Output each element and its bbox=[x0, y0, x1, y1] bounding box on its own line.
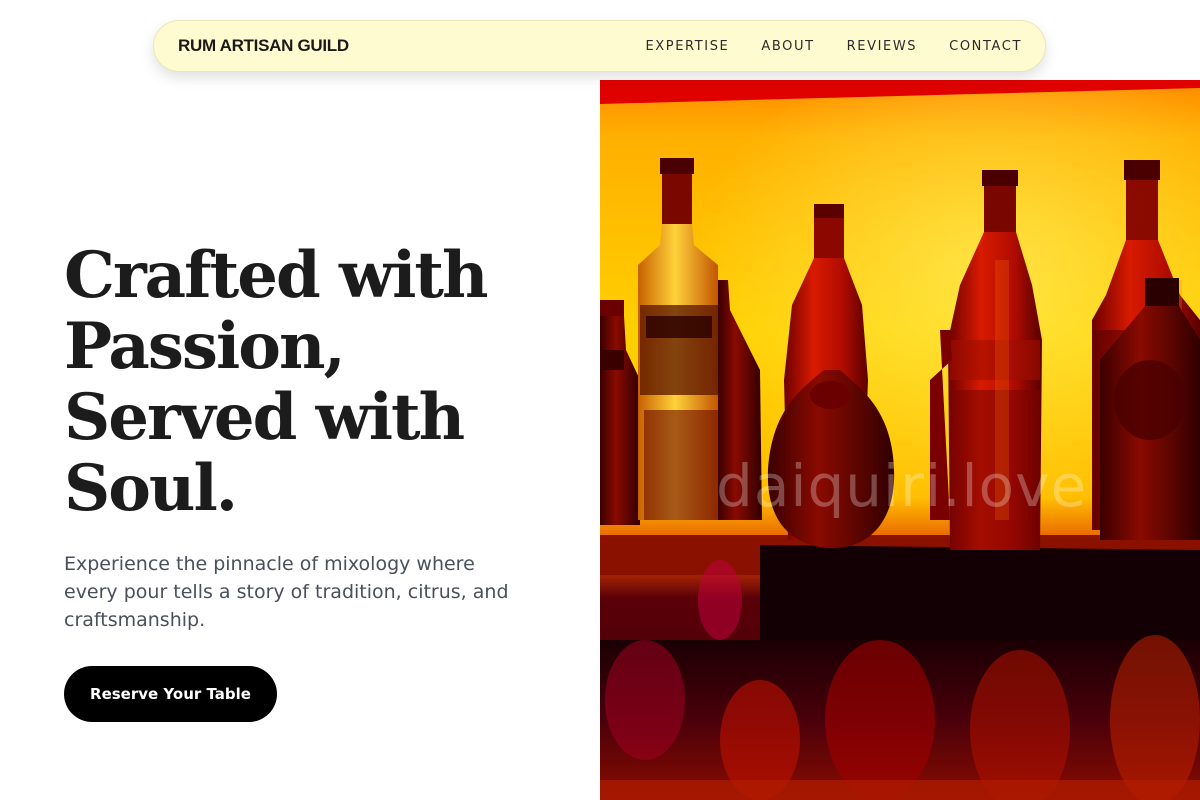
landing-page: daiquiri.love RUM ARTISAN GUILD EXPERTIS… bbox=[0, 0, 1200, 800]
hero-title: Crafted with Passion, Served with Soul. bbox=[64, 240, 584, 524]
bottles-illustration bbox=[600, 80, 1200, 800]
hero-title-line: Passion, bbox=[64, 309, 346, 384]
nav-link-contact[interactable]: CONTACT bbox=[949, 39, 1022, 54]
image-watermark: daiquiri.love bbox=[716, 452, 1088, 520]
reserve-table-button[interactable]: Reserve Your Table bbox=[64, 666, 277, 722]
nav-links: EXPERTISE ABOUT REVIEWS CONTACT bbox=[645, 39, 1022, 54]
nav-link-about[interactable]: ABOUT bbox=[761, 39, 814, 54]
navbar: RUM ARTISAN GUILD EXPERTISE ABOUT REVIEW… bbox=[153, 20, 1046, 72]
brand-logo[interactable]: RUM ARTISAN GUILD bbox=[178, 36, 349, 56]
hero-title-line: Crafted with bbox=[64, 238, 488, 313]
hero-title-line: Soul. bbox=[64, 451, 238, 526]
hero-subtitle: Experience the pinnacle of mixology wher… bbox=[64, 553, 509, 631]
nav-link-reviews[interactable]: REVIEWS bbox=[847, 39, 918, 54]
hero-title-line: Served with bbox=[64, 380, 465, 455]
nav-link-expertise[interactable]: EXPERTISE bbox=[645, 39, 729, 54]
hero-image-bottles: daiquiri.love bbox=[600, 80, 1200, 800]
